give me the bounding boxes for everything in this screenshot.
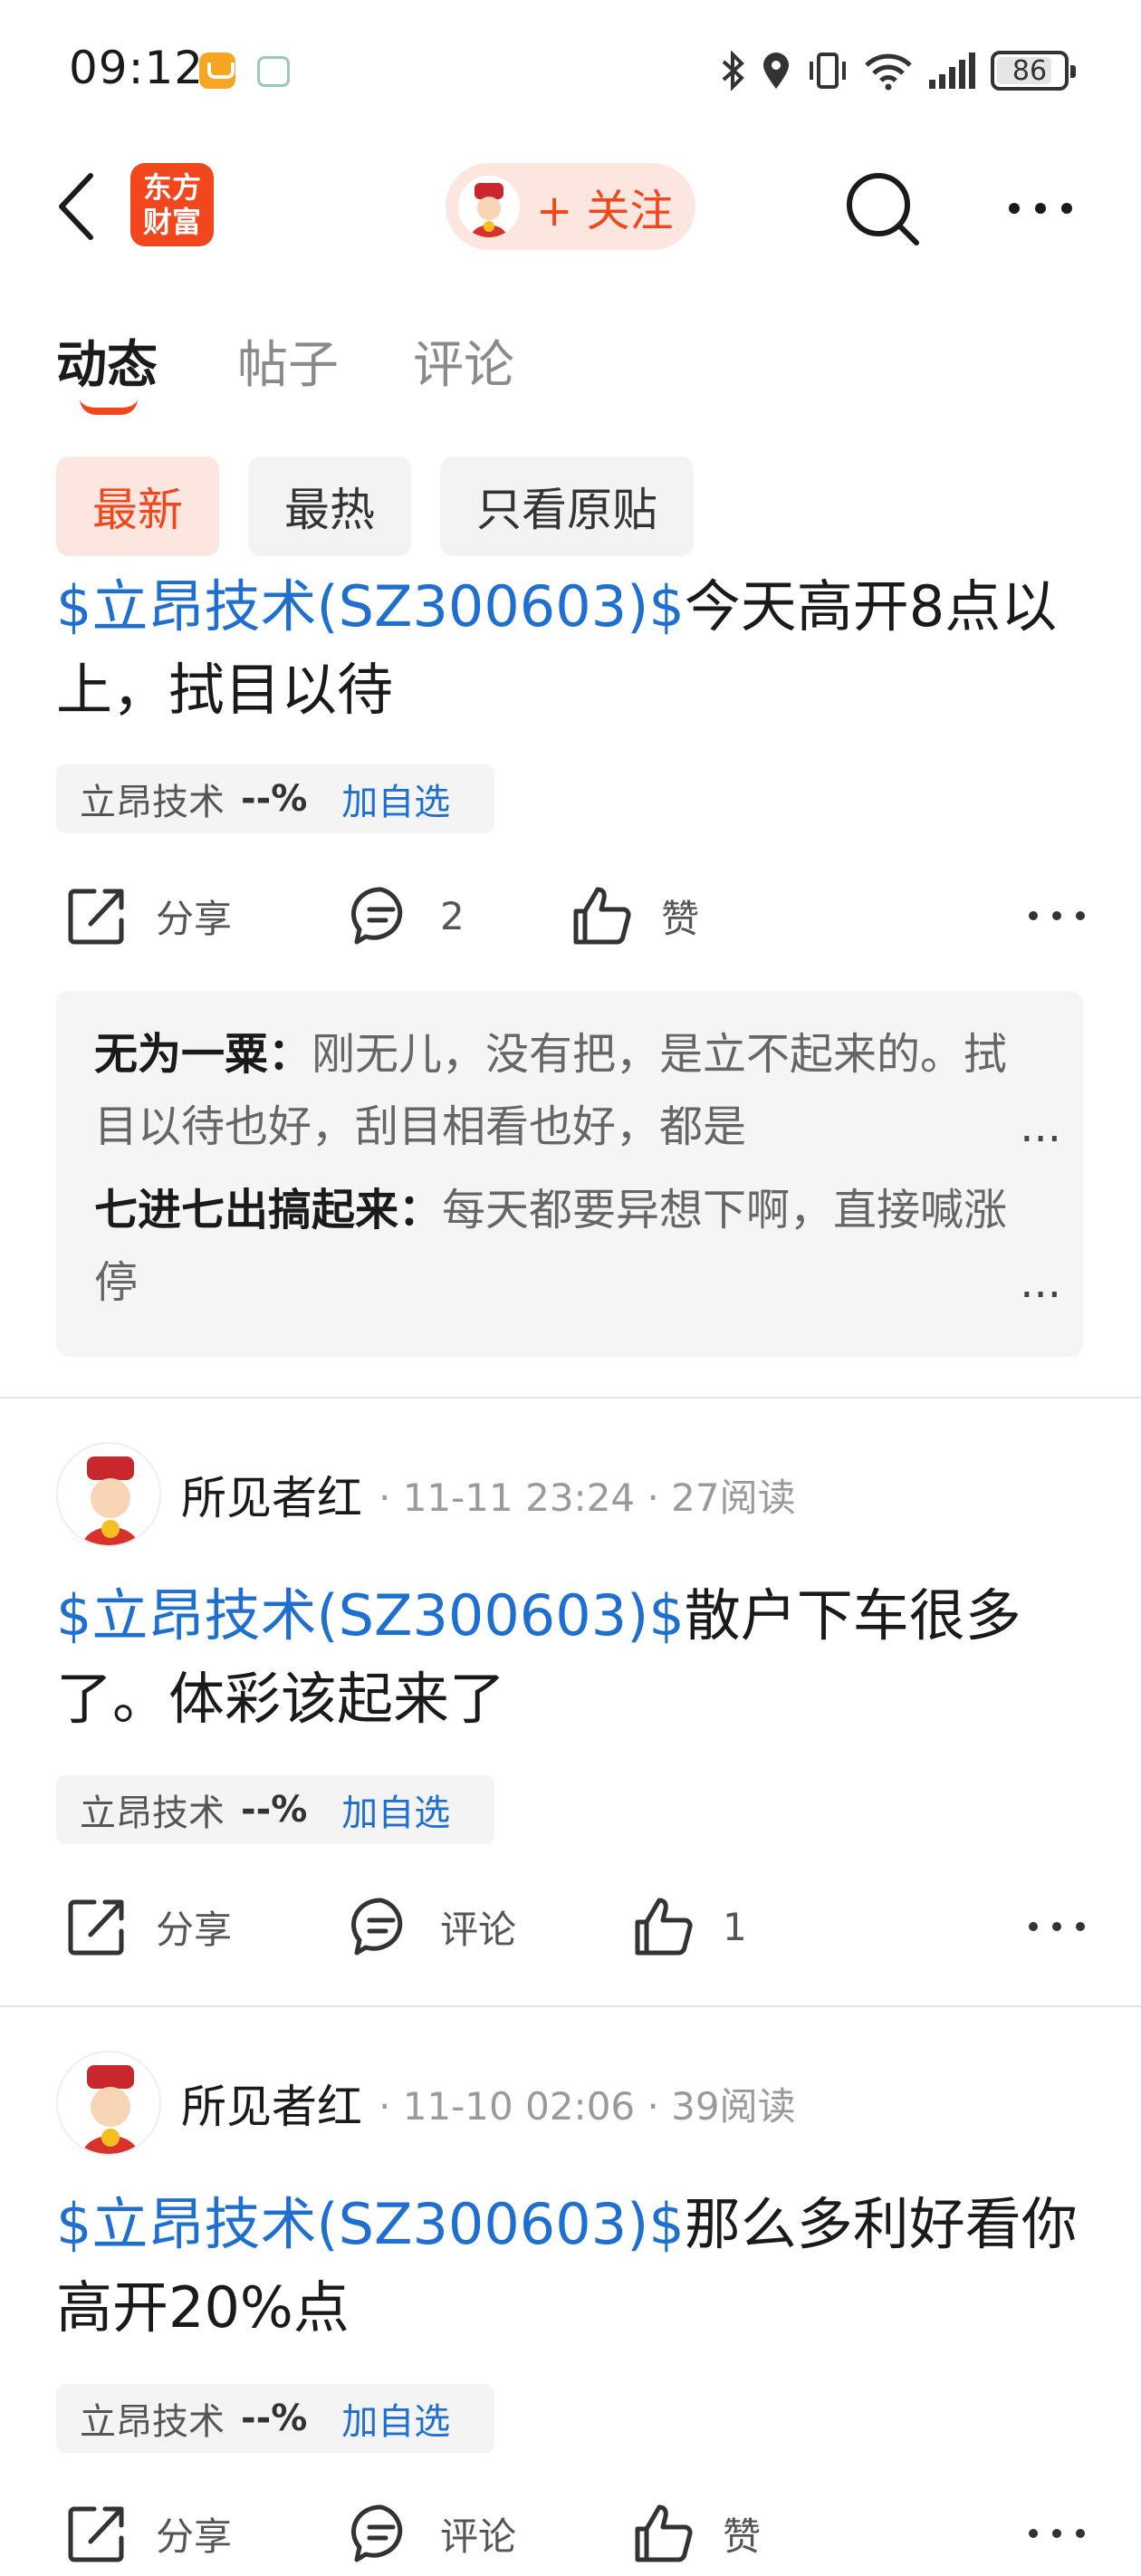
search-icon[interactable]	[842, 168, 924, 250]
post-more-icon[interactable]	[1025, 2520, 1088, 2547]
add-watchlist-button[interactable]: 加自选	[341, 2392, 450, 2445]
comment-ellipsis: ...	[1020, 1101, 1061, 1152]
post-author-row[interactable]: 所见者红 · 11-10 02:06 · 39阅读	[56, 2049, 796, 2158]
thumbs-up-icon	[635, 1898, 693, 1956]
filter-hottest[interactable]: 最热	[248, 457, 411, 556]
comment-icon	[351, 1898, 403, 1956]
post-meta: · 11-11 23:24 · 27阅读	[379, 1475, 796, 1520]
comment-preview[interactable]: 七进七出搞起来：每天都要异想下啊，直接喊涨停 ...	[94, 1174, 1061, 1319]
location-icon	[763, 53, 789, 89]
stock-tag: 立昂技术 --% 加自选	[56, 2384, 494, 2453]
status-icons: 86	[719, 45, 1076, 96]
post-meta: · 11-10 02:06 · 39阅读	[379, 2083, 796, 2129]
wifi-icon	[865, 53, 912, 91]
follow-label: + 关注	[536, 186, 674, 236]
tab-dynamic[interactable]: 动态	[56, 324, 158, 398]
post-divider	[0, 2005, 1141, 2007]
notification-app-icon	[199, 53, 235, 89]
stock-tag-name[interactable]: 立昂技术	[80, 1783, 225, 1836]
top-nav-bar: 东方 财富 + 关注	[0, 145, 1141, 272]
comment-icon	[351, 887, 403, 945]
vibrate-icon	[810, 53, 846, 89]
share-icon	[68, 2506, 124, 2562]
post-content[interactable]: $立昂技术(SZ300603)$那么多利好看你高开20%点	[56, 2183, 1088, 2350]
filter-original-only[interactable]: 只看原贴	[440, 457, 694, 556]
eastmoney-logo[interactable]: 东方 财富	[130, 163, 214, 246]
share-icon	[68, 1899, 124, 1956]
back-arrow-icon[interactable]	[51, 170, 105, 243]
stock-tag-change: --%	[241, 2398, 308, 2439]
thumbs-up-icon	[635, 2504, 693, 2562]
notification-vpn-icon	[257, 56, 290, 87]
author-name[interactable]: 所见者红	[181, 1462, 362, 1527]
follow-button[interactable]: + 关注	[446, 163, 695, 250]
post-actions: 分享 评论 1	[56, 1886, 1088, 1967]
stock-tag-name[interactable]: 立昂技术	[80, 2392, 225, 2445]
share-button[interactable]: 分享	[65, 875, 232, 956]
add-watchlist-button[interactable]: 加自选	[341, 1783, 450, 1836]
bluetooth-icon	[722, 51, 744, 91]
thumbs-up-icon	[573, 887, 631, 945]
battery-indicator: 86	[991, 51, 1076, 91]
comment-icon	[351, 2504, 403, 2562]
like-button[interactable]: 赞	[570, 875, 699, 956]
post-actions: 分享 评论 赞	[56, 2493, 1088, 2574]
stock-tag-change: --%	[241, 778, 308, 820]
tab-comments[interactable]: 评论	[413, 324, 514, 398]
filter-latest[interactable]: 最新	[56, 457, 219, 556]
like-button[interactable]: 1	[632, 1886, 747, 1967]
active-tab-indicator	[80, 399, 138, 415]
comment-button[interactable]: 评论	[350, 2493, 516, 2574]
content-tabs: 动态 帖子 评论	[0, 308, 1141, 426]
comment-author[interactable]: 无为一粟：	[94, 1029, 312, 1080]
filter-chips: 最新 最热 只看原贴	[56, 457, 694, 556]
post-more-icon[interactable]	[1025, 902, 1088, 929]
post-author-row[interactable]: 所见者红 · 11-11 23:24 · 27阅读	[56, 1440, 796, 1549]
stock-tag-change: --%	[241, 1789, 308, 1831]
author-avatar[interactable]	[56, 2051, 161, 2156]
post-more-icon[interactable]	[1025, 1913, 1088, 1940]
stock-link[interactable]: $立昂技术(SZ300603)$	[56, 1582, 685, 1648]
post-actions: 分享 2 赞	[56, 875, 1088, 956]
post-content[interactable]: $立昂技术(SZ300603)$今天高开8点以上，拭目以待	[56, 565, 1088, 732]
stock-tag: 立昂技术 --% 加自选	[56, 764, 494, 833]
stock-tag: 立昂技术 --% 加自选	[56, 1775, 494, 1844]
comment-preview[interactable]: 无为一粟：刚无儿，没有把，是立不起来的。拭目以待也好，刮目相看也好，都是 ...	[94, 1018, 1061, 1163]
like-button[interactable]: 赞	[632, 2493, 761, 2574]
user-avatar	[458, 176, 520, 237]
post-divider	[0, 1397, 1141, 1399]
status-bar: 09:12 86	[0, 0, 1141, 145]
add-watchlist-button[interactable]: 加自选	[341, 773, 450, 825]
comment-preview-box[interactable]: 无为一粟：刚无儿，没有把，是立不起来的。拭目以待也好，刮目相看也好，都是 ...…	[56, 991, 1083, 1357]
comment-ellipsis: ...	[1020, 1257, 1061, 1308]
tab-posts[interactable]: 帖子	[237, 324, 339, 398]
author-name[interactable]: 所见者红	[181, 2071, 362, 2136]
comment-button[interactable]: 评论	[350, 1886, 516, 1967]
stock-link[interactable]: $立昂技术(SZ300603)$	[56, 573, 685, 639]
comment-author[interactable]: 七进七出搞起来：	[94, 1185, 442, 1235]
share-button[interactable]: 分享	[65, 2493, 232, 2574]
share-button[interactable]: 分享	[65, 1886, 232, 1967]
share-icon	[68, 889, 124, 945]
status-time: 09:12	[69, 42, 205, 94]
signal-icon	[929, 53, 975, 89]
post-content[interactable]: $立昂技术(SZ300603)$散户下车很多了。体彩该起来了	[56, 1574, 1088, 1741]
author-avatar[interactable]	[56, 1442, 161, 1547]
stock-link[interactable]: $立昂技术(SZ300603)$	[56, 2191, 685, 2257]
comment-button[interactable]: 2	[350, 875, 465, 956]
more-options-icon[interactable]	[1005, 197, 1076, 219]
stock-tag-name[interactable]: 立昂技术	[80, 773, 225, 825]
